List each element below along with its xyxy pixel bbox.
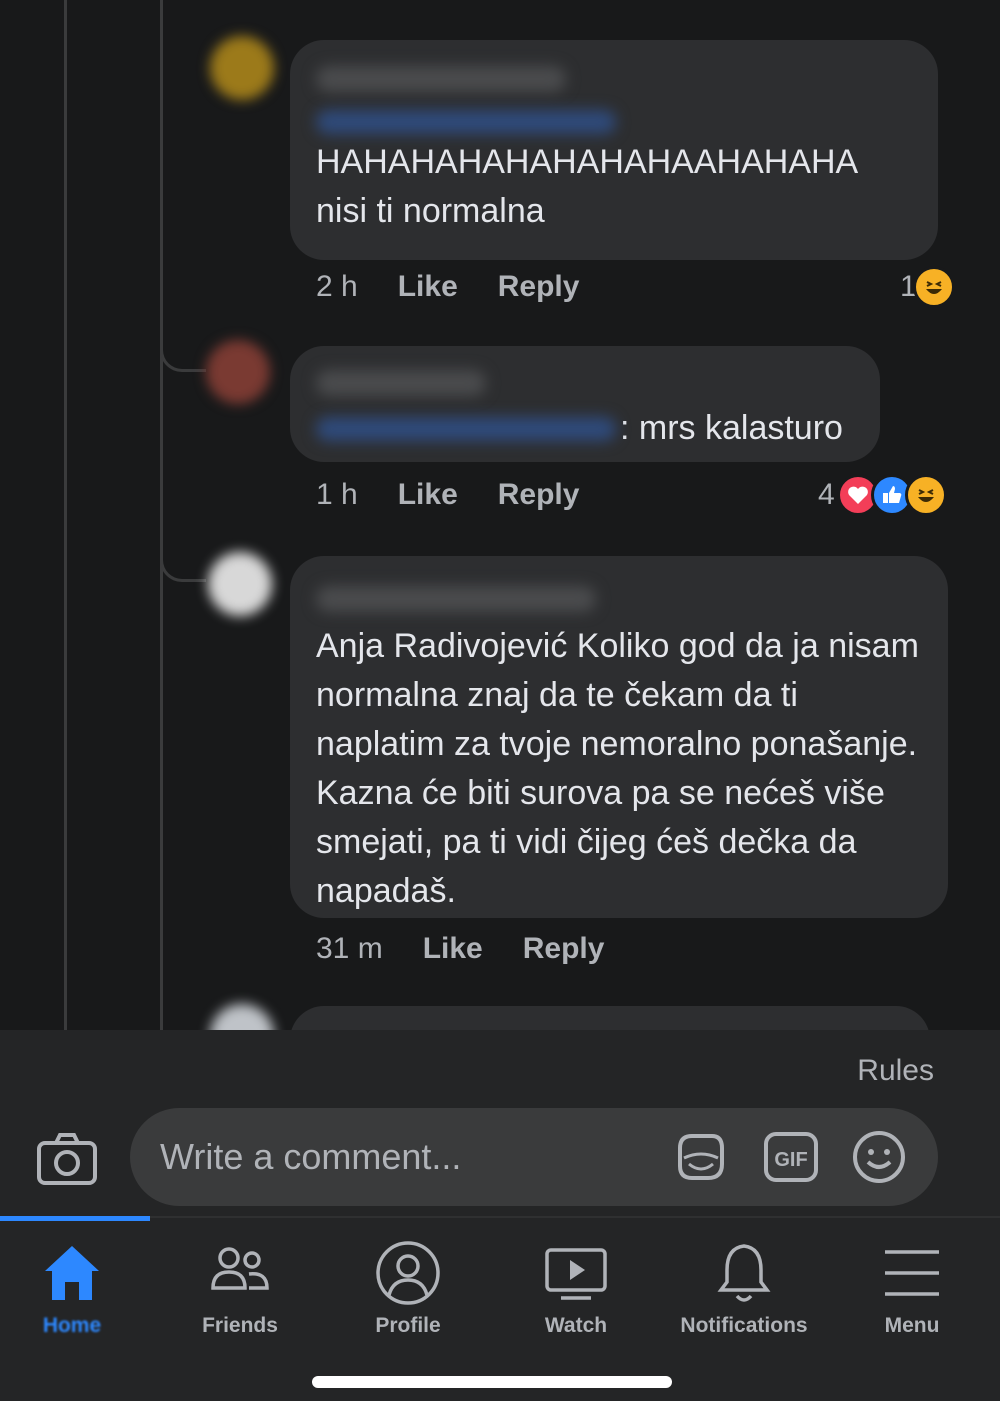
haha-reaction-icon bbox=[904, 474, 947, 516]
thread-line bbox=[64, 0, 67, 1030]
thread-branch bbox=[160, 500, 206, 582]
nav-label: Home bbox=[42, 1314, 102, 1337]
home-icon bbox=[45, 1246, 99, 1300]
comment-actions: 1 h Like Reply bbox=[316, 478, 619, 512]
nav-watch[interactable]: Watch bbox=[492, 1228, 660, 1348]
rules-link[interactable]: Rules bbox=[857, 1054, 934, 1088]
avatar[interactable] bbox=[208, 552, 272, 616]
avatar[interactable] bbox=[206, 340, 270, 404]
comment-thread: HAHAHAHAHAHAHAHAAHAHAHA nisi ti normalna… bbox=[0, 0, 1000, 1030]
gif-icon[interactable]: GIF bbox=[762, 1128, 820, 1186]
like-button[interactable]: Like bbox=[398, 270, 458, 304]
nav-divider bbox=[0, 1216, 1000, 1218]
avatar[interactable] bbox=[210, 36, 274, 100]
commenter-name-blurred[interactable] bbox=[316, 66, 566, 92]
comment-time: 1 h bbox=[316, 478, 358, 511]
nav-label: Profile bbox=[375, 1314, 441, 1337]
comment-bubble: Anja Radivojević Koliko god da ja nisam … bbox=[290, 556, 948, 918]
reaction-count: 4 bbox=[818, 478, 835, 511]
friends-icon bbox=[211, 1247, 269, 1290]
reply-button[interactable]: Reply bbox=[523, 932, 605, 966]
comment-bubble bbox=[290, 1006, 930, 1030]
haha-reaction-icon bbox=[912, 266, 955, 308]
comment-text: Anja Radivojević Koliko god da ja nisam … bbox=[316, 627, 919, 910]
thread-branch bbox=[160, 300, 206, 372]
reply-button[interactable]: Reply bbox=[498, 270, 580, 304]
camera-icon[interactable] bbox=[34, 1126, 100, 1192]
commenter-name-blurred[interactable] bbox=[316, 370, 486, 396]
reaction-summary[interactable]: 4 bbox=[818, 474, 947, 516]
profile-icon bbox=[376, 1241, 440, 1305]
reply-button[interactable]: Reply bbox=[498, 478, 580, 512]
nav-label: Watch bbox=[544, 1314, 608, 1337]
comment-bubble: : mrs kalasturo bbox=[290, 346, 880, 462]
comment-input[interactable]: Write a comment... GIF bbox=[130, 1108, 938, 1206]
bottom-nav: Home Friends Profile Watch Notifications… bbox=[0, 1228, 1000, 1348]
comment-bubble: HAHAHAHAHAHAHAHAAHAHAHA nisi ti normalna bbox=[290, 40, 938, 260]
svg-text:GIF: GIF bbox=[774, 1149, 807, 1171]
menu-icon bbox=[885, 1250, 939, 1296]
like-button[interactable]: Like bbox=[398, 478, 458, 512]
bell-icon bbox=[717, 1244, 771, 1302]
nav-profile[interactable]: Profile bbox=[324, 1228, 492, 1348]
mention-blurred[interactable] bbox=[316, 110, 616, 134]
watch-icon bbox=[545, 1248, 607, 1300]
comment-composer-area: Rules Write a comment... GIF Home Friend… bbox=[0, 1030, 1000, 1401]
emoji-icon[interactable] bbox=[850, 1128, 908, 1186]
comment-time: 2 h bbox=[316, 270, 358, 303]
comment-actions: 31 m Like Reply bbox=[316, 932, 644, 966]
comment-time: 31 m bbox=[316, 932, 383, 965]
nav-label: Menu bbox=[884, 1314, 940, 1337]
sticker-icon[interactable] bbox=[672, 1128, 730, 1186]
commenter-name-blurred[interactable] bbox=[316, 586, 596, 612]
comment-text: HAHAHAHAHAHAHAHAAHAHAHA nisi ti normalna bbox=[316, 143, 857, 230]
comment-placeholder: Write a comment... bbox=[160, 1136, 462, 1177]
reaction-summary[interactable]: 1 bbox=[900, 266, 955, 308]
nav-menu[interactable]: Menu bbox=[828, 1228, 996, 1348]
comment-text: : mrs kalasturo bbox=[620, 409, 843, 447]
nav-label: Friends bbox=[202, 1314, 278, 1337]
comment-actions: 2 h Like Reply bbox=[316, 270, 619, 304]
nav-home[interactable]: Home bbox=[0, 1228, 156, 1348]
nav-friends[interactable]: Friends bbox=[156, 1228, 324, 1348]
mention-blurred[interactable] bbox=[316, 416, 616, 441]
like-button[interactable]: Like bbox=[423, 932, 483, 966]
avatar[interactable] bbox=[210, 1004, 274, 1030]
active-tab-indicator bbox=[0, 1216, 150, 1221]
nav-label: Notifications bbox=[680, 1314, 808, 1337]
nav-notifications[interactable]: Notifications bbox=[660, 1228, 828, 1348]
home-indicator-bar bbox=[312, 1376, 672, 1388]
